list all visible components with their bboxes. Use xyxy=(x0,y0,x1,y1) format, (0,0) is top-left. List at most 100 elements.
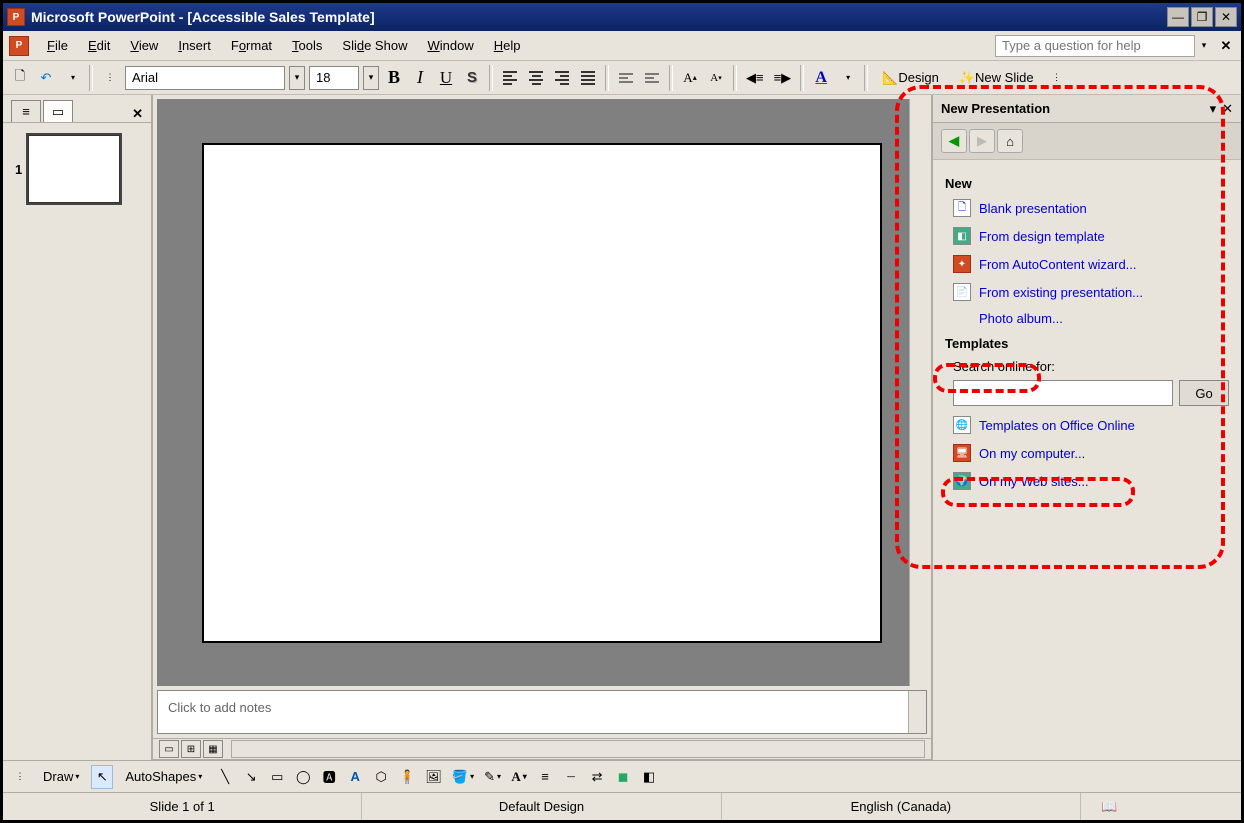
font-dropdown[interactable]: ▾ xyxy=(289,66,305,90)
dash-style-button[interactable]: ┈ xyxy=(560,765,582,789)
menu-edit[interactable]: Edit xyxy=(78,34,120,57)
fill-color-button[interactable]: 🪣▾ xyxy=(449,765,477,789)
arrow-tool[interactable]: ↘ xyxy=(240,765,262,789)
template-search-input[interactable] xyxy=(953,380,1173,406)
link-photo-album[interactable]: Photo album... xyxy=(979,311,1229,326)
shadow-style-button[interactable]: ◼ xyxy=(612,765,634,789)
back-button[interactable]: ◀ xyxy=(941,129,967,153)
arrow-style-button[interactable]: ⇄ xyxy=(586,765,608,789)
line-style-button[interactable]: ≡ xyxy=(534,765,556,789)
link-templates-office-online[interactable]: 🌐Templates on Office Online xyxy=(953,416,1229,434)
status-spellcheck[interactable]: 📖 xyxy=(1081,793,1241,820)
close-button[interactable]: ✕ xyxy=(1215,7,1237,27)
line-color-button[interactable]: ✎▾ xyxy=(481,765,504,789)
sorter-view-button[interactable]: ⊞ xyxy=(181,740,201,758)
undo-button[interactable]: ↶ xyxy=(35,66,57,90)
slide-thumbnail[interactable] xyxy=(28,135,120,203)
minimize-button[interactable]: — xyxy=(1167,7,1189,27)
help-search-input[interactable] xyxy=(995,35,1195,57)
notes-scrollbar[interactable] xyxy=(908,691,926,733)
link-existing-presentation[interactable]: 📄From existing presentation... xyxy=(953,283,1229,301)
design-button[interactable]: 📐 Design xyxy=(874,66,947,90)
help-dropdown-icon[interactable]: ▾ xyxy=(1197,37,1211,55)
new-file-button[interactable]: 🗋 xyxy=(9,66,31,90)
align-left-button[interactable] xyxy=(499,66,521,90)
slides-tab[interactable]: ▭ xyxy=(43,100,73,122)
slide-thumbnail-row[interactable]: 1 xyxy=(15,135,139,203)
toolbar-options[interactable]: ⋮ xyxy=(99,66,121,90)
link-on-my-websites[interactable]: 🌍On my Web sites... xyxy=(953,472,1229,490)
font-color-draw-button[interactable]: A▾ xyxy=(508,765,530,789)
increase-indent-button[interactable]: ≡▶ xyxy=(771,66,795,90)
menu-help[interactable]: Help xyxy=(484,34,531,57)
font-color-dropdown[interactable]: ▾ xyxy=(836,66,858,90)
section-new: New xyxy=(945,176,1229,191)
normal-view-button[interactable]: ▭ xyxy=(159,740,179,758)
link-on-my-computer[interactable]: 🖥On my computer... xyxy=(953,444,1229,462)
status-language[interactable]: English (Canada) xyxy=(722,793,1081,820)
go-button[interactable]: Go xyxy=(1179,380,1229,406)
line-tool[interactable]: ╲ xyxy=(214,765,236,789)
menu-view[interactable]: View xyxy=(120,34,168,57)
decrease-indent-button[interactable]: ◀≡ xyxy=(743,66,767,90)
oval-tool[interactable]: ◯ xyxy=(292,765,314,789)
restore-button[interactable]: ❐ xyxy=(1191,7,1213,27)
slide-canvas[interactable] xyxy=(157,99,927,686)
home-button[interactable]: ⌂ xyxy=(997,129,1023,153)
status-design: Default Design xyxy=(362,793,721,820)
draw-grip[interactable]: ⋮ xyxy=(9,765,31,789)
separator xyxy=(89,65,93,91)
status-slide: Slide 1 of 1 xyxy=(3,793,362,820)
align-justify-button[interactable] xyxy=(577,66,599,90)
link-blank-presentation[interactable]: 🗋Blank presentation xyxy=(953,199,1229,217)
outline-tab[interactable]: ≡ xyxy=(11,100,41,122)
new-slide-button[interactable]: ✨ New Slide xyxy=(951,66,1042,90)
numbered-list-button[interactable] xyxy=(615,66,637,90)
draw-menu[interactable]: Draw ▾ xyxy=(35,765,87,789)
forward-button[interactable]: ▶ xyxy=(969,129,995,153)
taskpane-close-button[interactable]: ✕ xyxy=(1222,101,1233,117)
bold-button[interactable]: B xyxy=(383,66,405,90)
font-color-button[interactable]: A xyxy=(810,66,832,90)
align-right-button[interactable] xyxy=(551,66,573,90)
menu-tools[interactable]: Tools xyxy=(282,34,332,57)
size-dropdown[interactable]: ▾ xyxy=(363,66,379,90)
design-icon: ◧ xyxy=(953,227,971,245)
bulleted-list-button[interactable] xyxy=(641,66,663,90)
font-selector[interactable]: Arial xyxy=(125,66,285,90)
menu-window[interactable]: Window xyxy=(417,34,483,57)
underline-button[interactable]: U xyxy=(435,66,457,90)
toolbar-overflow[interactable]: ⋮ xyxy=(1046,66,1068,90)
menu-slideshow[interactable]: Slide Show xyxy=(332,34,417,57)
menu-file[interactable]: File xyxy=(37,34,78,57)
autoshapes-menu[interactable]: AutoShapes ▾ xyxy=(117,765,210,789)
menu-format[interactable]: Format xyxy=(221,34,282,57)
diagram-tool[interactable]: ⬡ xyxy=(370,765,392,789)
text-shadow-button[interactable]: S xyxy=(461,66,483,90)
italic-button[interactable]: I xyxy=(409,66,431,90)
slideshow-view-button[interactable]: ▦ xyxy=(203,740,223,758)
wordart-tool[interactable]: A xyxy=(344,765,366,789)
mdi-close-button[interactable]: ✕ xyxy=(1217,37,1235,55)
menu-insert[interactable]: Insert xyxy=(168,34,221,57)
decrease-font-button[interactable]: A▾ xyxy=(705,66,727,90)
undo-dropdown[interactable]: ▾ xyxy=(61,66,83,90)
align-center-button[interactable] xyxy=(525,66,547,90)
slide[interactable] xyxy=(202,143,882,643)
textbox-tool[interactable]: 🅰 xyxy=(318,765,340,789)
picture-tool[interactable]: 🖼 xyxy=(422,765,445,789)
horizontal-scrollbar[interactable] xyxy=(231,740,925,758)
notes-pane[interactable]: Click to add notes xyxy=(157,690,927,734)
link-design-template[interactable]: ◧From design template xyxy=(953,227,1229,245)
slide-area: Click to add notes ▭ ⊞ ▦ xyxy=(153,95,931,760)
rectangle-tool[interactable]: ▭ xyxy=(266,765,288,789)
vertical-scrollbar[interactable] xyxy=(909,99,927,686)
taskpane-dropdown[interactable]: ▾ xyxy=(1210,101,1217,117)
3d-style-button[interactable]: ◧ xyxy=(638,765,660,789)
link-autocontent-wizard[interactable]: ✦From AutoContent wizard... xyxy=(953,255,1229,273)
outline-close-button[interactable]: ✕ xyxy=(132,106,143,122)
increase-font-button[interactable]: A▴ xyxy=(679,66,701,90)
select-objects-button[interactable]: ↖ xyxy=(91,765,113,789)
clipart-tool[interactable]: 🧍 xyxy=(396,765,418,789)
font-size-selector[interactable]: 18 xyxy=(309,66,359,90)
